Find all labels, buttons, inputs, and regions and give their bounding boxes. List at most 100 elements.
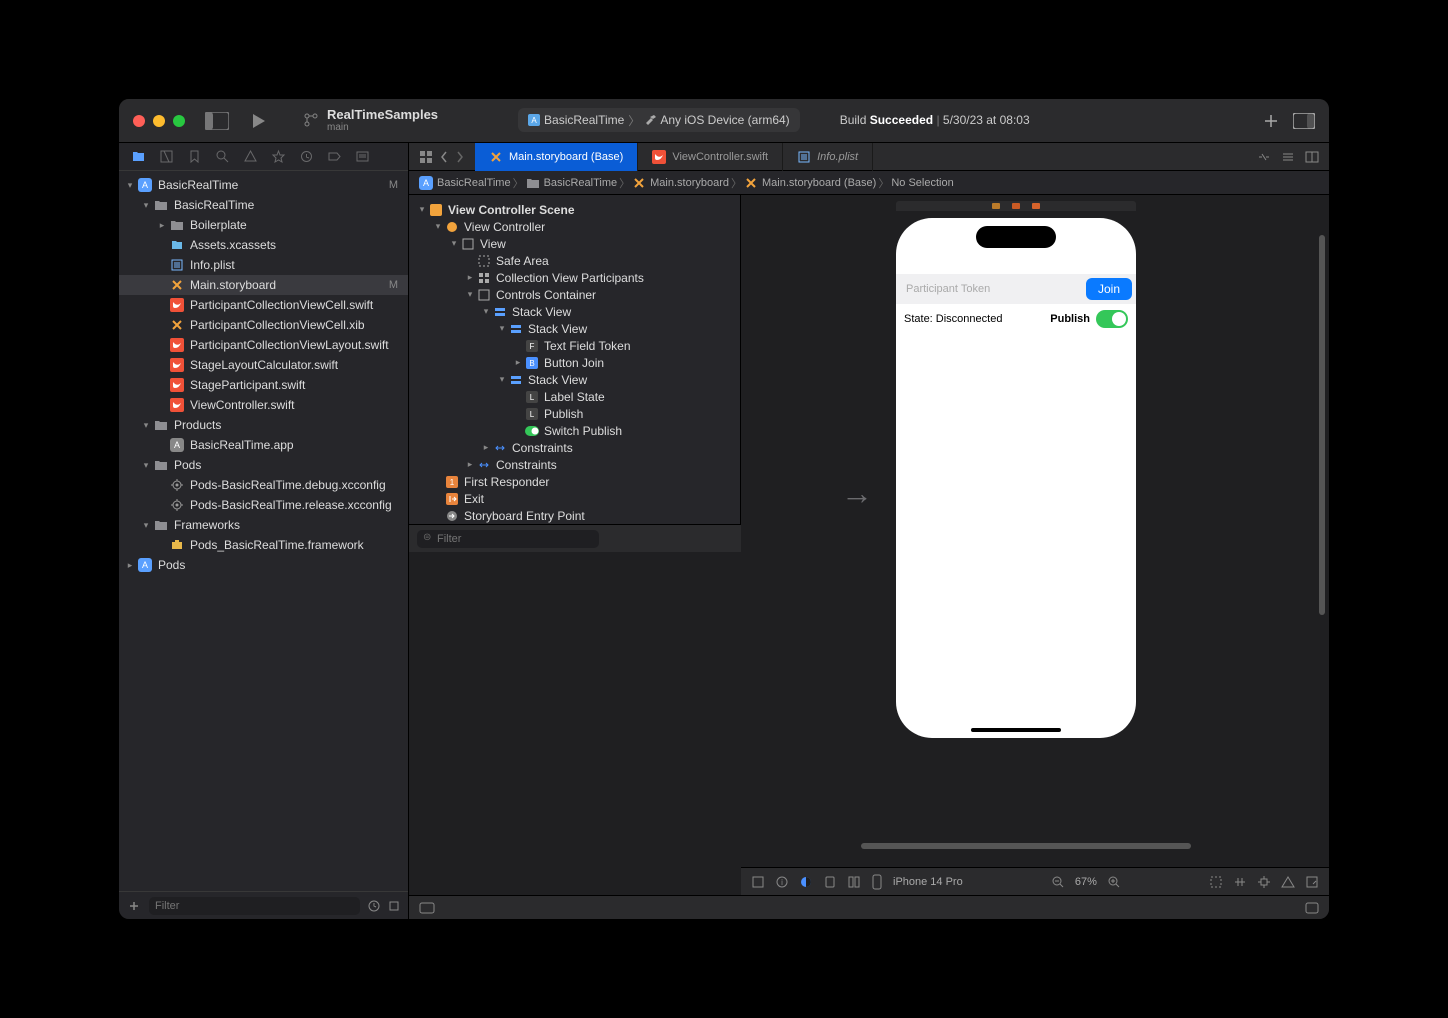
toggle-debug-icon[interactable] (419, 902, 435, 914)
token-textfield[interactable]: Participant Token (900, 283, 1086, 295)
view-as-icon[interactable] (751, 875, 765, 889)
nav-row-9[interactable]: StageLayoutCalculator.swift (119, 355, 408, 375)
outline-row-0[interactable]: ▾View Controller Scene (409, 201, 740, 218)
back-icon[interactable] (439, 150, 449, 164)
outline-row-2[interactable]: ▾View (409, 235, 740, 252)
jump-bar[interactable]: ABasicRealTime 〉 BasicRealTime 〉 Main.st… (409, 171, 1329, 195)
pin-icon[interactable] (1257, 875, 1271, 889)
join-button[interactable]: Join (1086, 278, 1132, 300)
nav-row-17[interactable]: ▾Frameworks (119, 515, 408, 535)
related-items-icon[interactable] (419, 150, 433, 164)
test-navigator-icon[interactable] (271, 149, 286, 164)
nav-row-10[interactable]: StageParticipant.swift (119, 375, 408, 395)
branch-name[interactable]: main (327, 122, 438, 133)
close-window[interactable] (133, 115, 145, 127)
outline-row-4[interactable]: ▸Collection View Participants (409, 269, 740, 286)
build-status[interactable]: Build Succeeded | 5/30/23 at 08:03 (840, 113, 1030, 127)
nav-row-2[interactable]: ▸Boilerplate (119, 215, 408, 235)
document-outline[interactable]: ▾View Controller Scene▾View Controller▾V… (409, 195, 741, 524)
appearance-icon[interactable] (799, 875, 813, 889)
recent-filter-icon[interactable] (368, 900, 380, 912)
outline-row-3[interactable]: Safe Area (409, 252, 740, 269)
outline-row-12[interactable]: LPublish (409, 405, 740, 422)
device-type-icon[interactable] (871, 874, 883, 890)
nav-row-14[interactable]: ▾Pods (119, 455, 408, 475)
nav-row-12[interactable]: ▾Products (119, 415, 408, 435)
update-frames-icon[interactable] (1209, 875, 1223, 889)
outline-row-9[interactable]: ▸BButton Join (409, 354, 740, 371)
interface-builder-canvas[interactable]: → Participant Token Join State: Disconne… (741, 195, 1329, 867)
nav-row-4[interactable]: Info.plist (119, 255, 408, 275)
embed-icon[interactable] (1305, 875, 1319, 889)
add-file-icon[interactable] (127, 899, 141, 913)
add-editor-icon[interactable] (1305, 150, 1319, 164)
add-icon[interactable] (1263, 113, 1279, 129)
debug-navigator-icon[interactable] (299, 149, 314, 164)
zoom-out-icon[interactable] (1051, 875, 1065, 889)
outline-row-7[interactable]: ▾Stack View (409, 320, 740, 337)
report-navigator-icon[interactable] (355, 149, 370, 164)
outline-row-17[interactable]: Exit (409, 490, 740, 507)
toggle-navigator-icon[interactable] (205, 112, 229, 130)
nav-row-19[interactable]: ▸APods (119, 555, 408, 575)
run-button[interactable] (229, 112, 287, 130)
tab-0[interactable]: Main.storyboard (Base) (475, 143, 638, 171)
outline-row-6[interactable]: ▾Stack View (409, 303, 740, 320)
outline-row-10[interactable]: ▾Stack View (409, 371, 740, 388)
toggle-inspector-icon[interactable] (1293, 113, 1315, 129)
outline-row-15[interactable]: ▸Constraints (409, 456, 740, 473)
source-control-navigator-icon[interactable] (159, 149, 174, 164)
minimize-window[interactable] (153, 115, 165, 127)
entry-point-arrow[interactable]: → (841, 475, 873, 512)
nav-row-11[interactable]: ViewController.swift (119, 395, 408, 415)
bookmark-navigator-icon[interactable] (187, 149, 202, 164)
find-navigator-icon[interactable] (215, 149, 230, 164)
outline-row-18[interactable]: Storyboard Entry Point (409, 507, 740, 524)
scheme-selector[interactable]: A BasicRealTime 〉 Any iOS Device (arm64) (518, 108, 800, 132)
nav-row-3[interactable]: Assets.xcassets (119, 235, 408, 255)
resolve-icon[interactable] (1281, 875, 1295, 889)
scene-dock[interactable] (896, 201, 1136, 211)
issue-navigator-icon[interactable] (243, 149, 258, 164)
zoom-window[interactable] (173, 115, 185, 127)
project-name[interactable]: RealTimeSamples (327, 108, 438, 122)
project-navigator-icon[interactable] (131, 149, 146, 164)
scm-filter-icon[interactable] (388, 900, 400, 912)
outline-row-14[interactable]: ▸Constraints (409, 439, 740, 456)
breakpoint-navigator-icon[interactable] (327, 149, 342, 164)
outline-row-1[interactable]: ▾View Controller (409, 218, 740, 235)
nav-row-1[interactable]: ▾BasicRealTime (119, 195, 408, 215)
nav-row-15[interactable]: Pods-BasicRealTime.debug.xcconfig (119, 475, 408, 495)
jumpbar-item-3[interactable]: Main.storyboard (Base) (744, 176, 876, 190)
outline-row-8[interactable]: FText Field Token (409, 337, 740, 354)
layout-icon[interactable] (847, 875, 861, 889)
jumpbar-item-2[interactable]: Main.storyboard (632, 176, 729, 190)
nav-row-5[interactable]: Main.storyboardM (119, 275, 408, 295)
nav-row-8[interactable]: ParticipantCollectionViewLayout.swift (119, 335, 408, 355)
tab-1[interactable]: ViewController.swift (638, 143, 783, 171)
device-name[interactable]: iPhone 14 Pro (893, 876, 963, 888)
nav-row-18[interactable]: Pods_BasicRealTime.framework (119, 535, 408, 555)
nav-row-16[interactable]: Pods-BasicRealTime.release.xcconfig (119, 495, 408, 515)
nav-row-7[interactable]: ParticipantCollectionViewCell.xib (119, 315, 408, 335)
debug-filter-icon[interactable] (1305, 902, 1319, 914)
jumpbar-item-0[interactable]: ABasicRealTime (419, 176, 511, 190)
outline-filter[interactable] (417, 530, 599, 548)
forward-icon[interactable] (455, 150, 465, 164)
outline-row-13[interactable]: Switch Publish (409, 422, 740, 439)
tab-2[interactable]: Info.plist (783, 143, 873, 171)
canvas-v-scrollbar[interactable] (1319, 235, 1325, 615)
nav-row-13[interactable]: ABasicRealTime.app (119, 435, 408, 455)
zoom-in-icon[interactable] (1107, 875, 1121, 889)
navigator-filter[interactable] (149, 897, 360, 915)
nav-row-6[interactable]: ParticipantCollectionViewCell.swift (119, 295, 408, 315)
outline-row-16[interactable]: 1First Responder (409, 473, 740, 490)
publish-switch[interactable] (1096, 310, 1128, 328)
device-preview[interactable]: Participant Token Join State: Disconnect… (896, 218, 1136, 738)
adjust-editor-icon[interactable] (1281, 150, 1295, 164)
device-config-icon[interactable] (823, 875, 837, 889)
editor-options-icon[interactable] (1257, 150, 1271, 164)
canvas-h-scrollbar[interactable] (861, 843, 1191, 849)
nav-row-0[interactable]: ▾ABasicRealTimeM (119, 175, 408, 195)
zoom-level[interactable]: 67% (1075, 876, 1097, 888)
